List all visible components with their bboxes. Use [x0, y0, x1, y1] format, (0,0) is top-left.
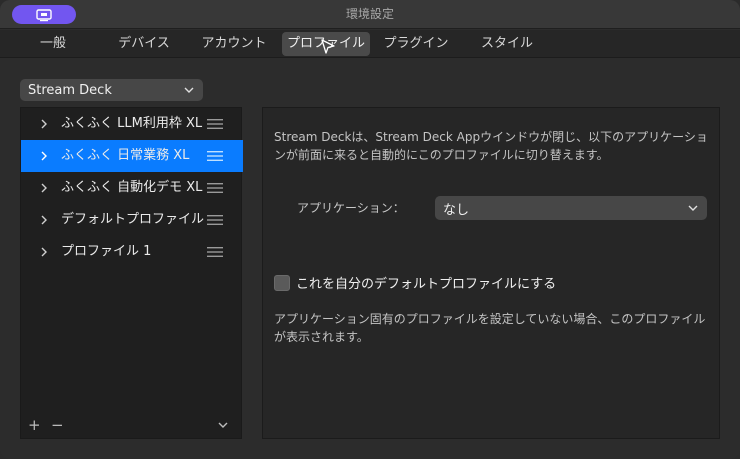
profile-row[interactable]: ふくふく 自動化デモ XL	[21, 172, 243, 204]
tab-devices[interactable]: デバイス	[104, 32, 184, 56]
default-profile-checkbox[interactable]	[274, 274, 290, 291]
application-label: アプリケーション：	[297, 201, 405, 215]
title-bar: 環境設定	[0, 0, 740, 29]
profile-label: デフォルトプロファイル	[61, 212, 205, 227]
default-profile-label[interactable]: これを自分のデフォルトプロファイルにする	[296, 273, 556, 292]
default-profile-option: これを自分のデフォルトプロファイルにする	[274, 273, 556, 292]
profile-list-panel: ふくふく LLM利用枠 XL ふくふく 日常業務 XL ふくふく 自動化デモ X…	[20, 107, 243, 439]
application-select-value: なし	[443, 202, 470, 218]
chevron-right-icon[interactable]	[37, 149, 51, 163]
window-title: 環境設定	[345, 7, 394, 21]
drag-handle-icon[interactable]	[207, 246, 223, 258]
tab-general[interactable]: 一般	[18, 32, 88, 56]
preferences-window: 環境設定 一般 デバイス アカウント プロファイル プラグイン スタイル Str…	[0, 0, 740, 459]
mouse-cursor-icon	[321, 39, 335, 54]
add-profile-button[interactable]: +	[28, 416, 41, 434]
tab-plugins[interactable]: プラグイン	[378, 32, 454, 56]
profile-row[interactable]: デフォルトプロファイル	[21, 204, 243, 236]
drag-handle-icon[interactable]	[207, 150, 223, 162]
profile-detail-panel: Stream Deckは、Stream Deck Appウインドウが閉じ、以下の…	[262, 107, 720, 439]
chevron-down-icon[interactable]	[217, 421, 229, 429]
tab-account[interactable]: アカウント	[194, 32, 274, 56]
profile-row[interactable]: ふくふく 日常業務 XL	[21, 140, 243, 172]
chevron-right-icon[interactable]	[37, 181, 51, 195]
switch-description: Stream Deckは、Stream Deck Appウインドウが閉じ、以下の…	[274, 130, 708, 162]
profile-row[interactable]: ふくふく LLM利用枠 XL	[21, 108, 243, 140]
chevron-right-icon[interactable]	[37, 245, 51, 259]
tab-styles[interactable]: スタイル	[470, 32, 544, 56]
device-select-value: Stream Deck	[28, 82, 112, 98]
chevron-down-icon	[688, 205, 698, 211]
fallback-note: アプリケーション固有のプロファイルを設定していない場合、このプロファイルが表示さ…	[274, 312, 706, 344]
drag-handle-icon[interactable]	[207, 118, 223, 130]
chevron-right-icon[interactable]	[37, 117, 51, 131]
drag-handle-icon[interactable]	[207, 214, 223, 226]
remove-profile-button[interactable]: −	[51, 416, 64, 434]
drag-handle-icon[interactable]	[207, 182, 223, 194]
application-select[interactable]: なし	[435, 196, 707, 220]
profile-label: ふくふく 自動化デモ XL	[61, 180, 203, 195]
chevron-right-icon[interactable]	[37, 213, 51, 227]
tab-bar: 一般 デバイス アカウント プロファイル プラグイン スタイル	[0, 30, 740, 58]
profile-list-footer: + −	[21, 414, 243, 438]
profile-label: ふくふく LLM利用枠 XL	[61, 116, 203, 131]
profile-label: ふくふく 日常業務 XL	[61, 148, 190, 163]
chevron-down-icon	[184, 87, 194, 93]
profile-row[interactable]: プロファイル 1	[21, 236, 243, 268]
device-select[interactable]: Stream Deck	[20, 79, 203, 101]
profile-list: ふくふく LLM利用枠 XL ふくふく 日常業務 XL ふくふく 自動化デモ X…	[21, 108, 243, 268]
profile-label: プロファイル 1	[61, 244, 152, 259]
